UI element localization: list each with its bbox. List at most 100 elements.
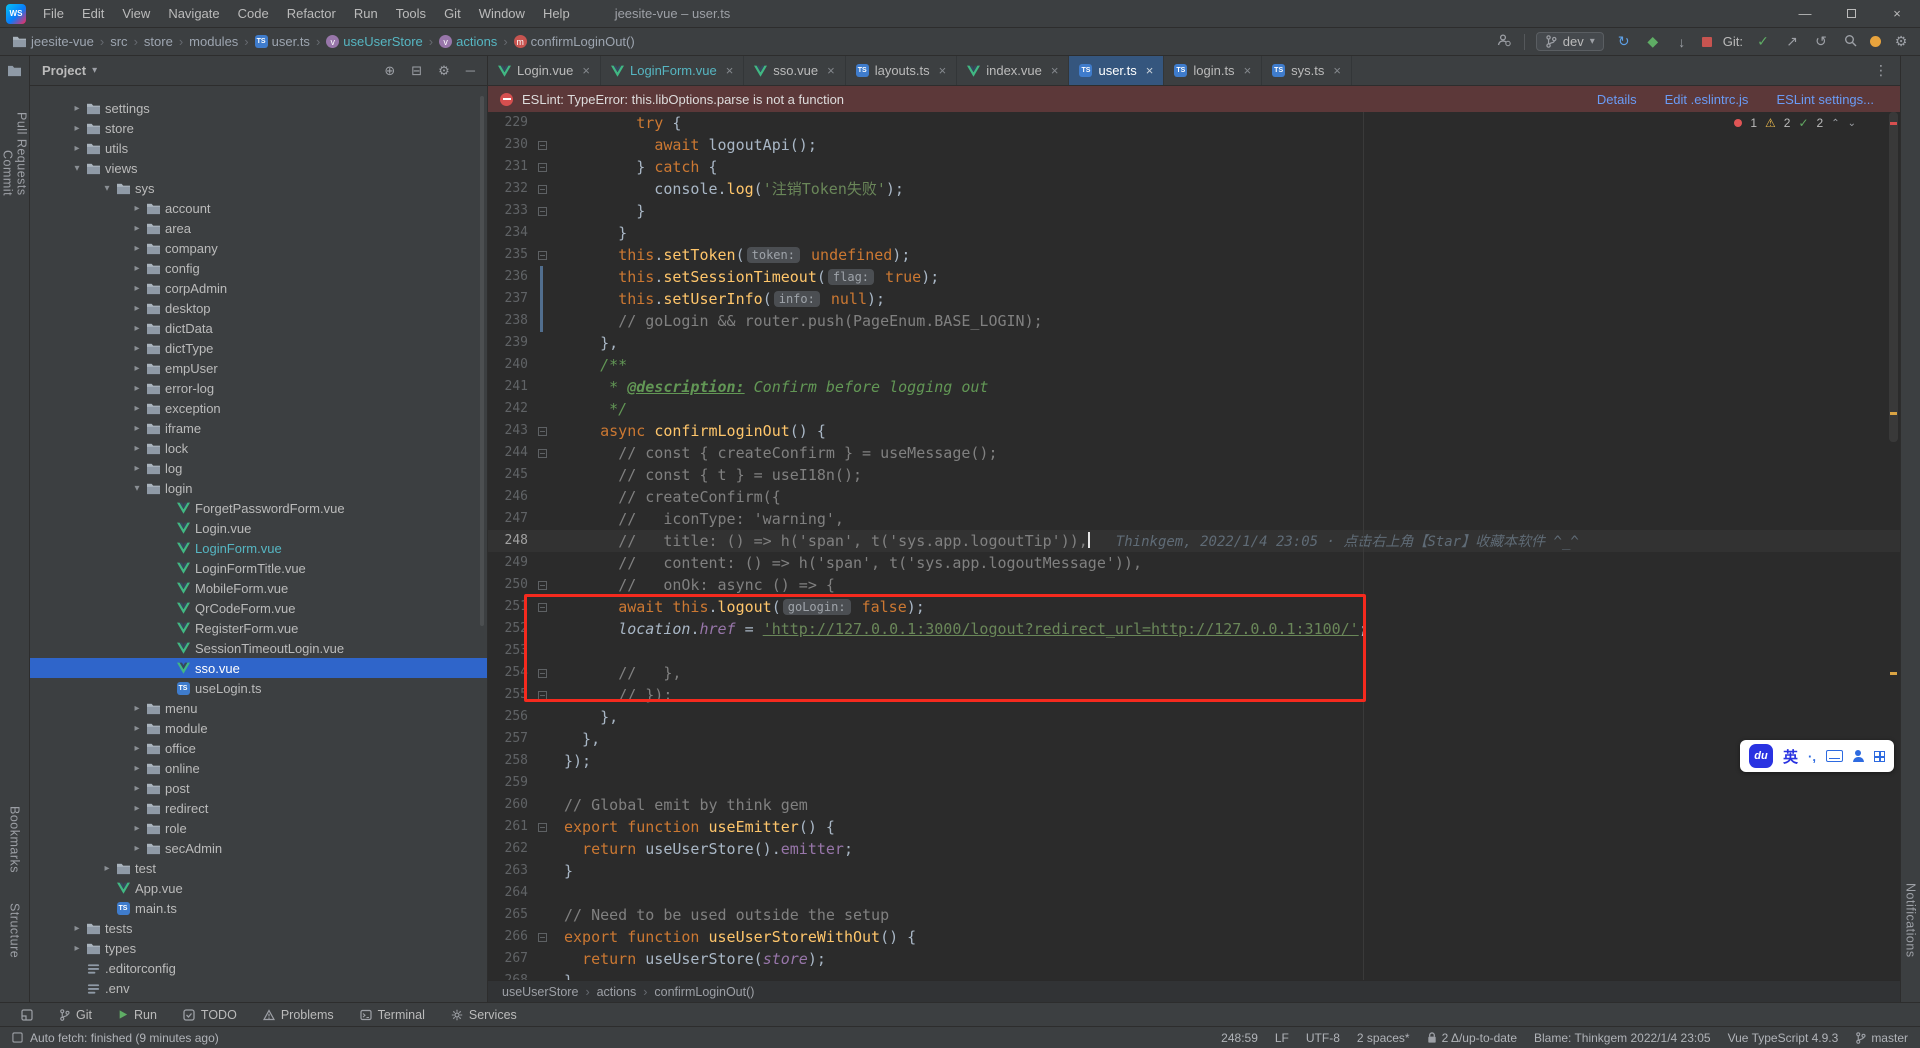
tree-item[interactable]: ▸ dictData [30,318,487,338]
error-stripe-mark[interactable] [1890,122,1897,125]
tree-item[interactable]: ▸ lock [30,438,487,458]
breadcrumb-item[interactable]: v useUserStore [324,34,424,49]
user-settings-icon[interactable] [1495,33,1513,50]
code-line[interactable]: 263} [488,860,1900,882]
chevron-down-icon[interactable]: ▾ [92,65,97,76]
chevron-right-icon[interactable]: ▸ [130,463,144,474]
code-line[interactable]: 261 export function useEmitter() { [488,816,1900,838]
tree-item[interactable]: RegisterForm.vue [30,618,487,638]
code-line[interactable]: 247 // iconType: 'warning', [488,508,1900,530]
close-icon[interactable]: × [582,63,590,78]
status-item[interactable]: Blame: Thinkgem 2022/1/4 23:05 [1534,1031,1711,1045]
banner-link[interactable]: Details [1597,92,1637,107]
project-tool-icon[interactable] [7,64,22,82]
tree-item[interactable]: sso.vue [30,658,487,678]
tree-item[interactable]: ▸ config [30,258,487,278]
next-problem-icon[interactable]: ⌄ [1848,118,1856,129]
breadcrumb-item[interactable]: src [108,34,129,49]
chevron-right-icon[interactable]: ▸ [70,103,84,114]
code-line[interactable]: 267 return useUserStore(store); [488,948,1900,970]
fold-marker-icon[interactable] [538,140,547,150]
maximize-button[interactable] [1828,0,1874,27]
code-line[interactable]: 248 // title: () => h('span', t('sys.app… [488,530,1900,552]
chevron-right-icon[interactable]: ▸ [130,203,144,214]
status-item[interactable]: master [1855,1031,1908,1045]
tab-LoginForm.vue[interactable]: LoginForm.vue × [601,56,745,85]
chevron-right-icon[interactable]: ▸ [130,223,144,234]
tree-item[interactable]: ▸ secAdmin [30,838,487,858]
code-line[interactable]: 230 await logoutApi(); [488,134,1900,156]
tree-item[interactable]: ▸ exception [30,398,487,418]
warning-stripe-mark[interactable] [1890,672,1897,675]
code-line[interactable]: 254 // }, [488,662,1900,684]
chevron-down-icon[interactable]: ▾ [70,163,84,174]
chevron-right-icon[interactable]: ▸ [130,323,144,334]
code-line[interactable]: 258}); [488,750,1900,772]
code-line[interactable]: 242 */ [488,398,1900,420]
locate-file-icon[interactable]: ⊕ [384,63,395,79]
fold-marker-icon[interactable] [538,822,547,832]
fold-marker-icon[interactable] [538,668,547,678]
tree-item[interactable]: LoginFormTitle.vue [30,558,487,578]
ime-punctuation-icon[interactable]: ·, [1808,749,1816,764]
tree-item[interactable]: ▾ login [30,478,487,498]
chevron-down-icon[interactable]: ▾ [130,483,144,494]
tree-item[interactable]: ▸ log [30,458,487,478]
breadcrumb-item[interactable]: v actions [437,34,499,49]
status-item[interactable]: 2 spaces* [1357,1031,1410,1045]
fold-marker-icon[interactable] [538,206,547,216]
prev-problem-icon[interactable]: ⌃ [1831,118,1839,129]
code-line[interactable]: 264 [488,882,1900,904]
settings-gear-icon[interactable]: ⚙ [1892,33,1910,50]
chevron-right-icon[interactable]: ▸ [70,943,84,954]
tree-item[interactable]: ▸ tests [30,918,487,938]
code-line[interactable]: 237 this.setUserInfo(info: null); [488,288,1900,310]
menu-tools[interactable]: Tools [387,0,435,27]
close-icon[interactable]: × [939,63,947,78]
chevron-right-icon[interactable]: ▸ [130,803,144,814]
update-project-icon[interactable]: ↻ [1615,33,1633,50]
tree-item[interactable]: ▸ post [30,778,487,798]
close-icon[interactable]: × [1051,63,1059,78]
chevron-right-icon[interactable]: ▸ [130,823,144,834]
plugin-icon[interactable] [1870,36,1881,47]
close-icon[interactable]: × [1244,63,1252,78]
tree-item[interactable]: ▸ online [30,758,487,778]
panel-settings-icon[interactable]: ⚙ [438,63,450,79]
banner-link[interactable]: ESLint settings... [1776,92,1874,107]
code-line[interactable]: 235 this.setToken(token: undefined); [488,244,1900,266]
code-line[interactable]: 231 } catch { [488,156,1900,178]
code-line[interactable]: 229 try { [488,112,1900,134]
code-line[interactable]: 250 // onOk: async () => { [488,574,1900,596]
fold-marker-icon[interactable] [538,250,547,260]
menu-file[interactable]: File [34,0,73,27]
tool-button-commit[interactable]: Commit [1,150,15,196]
tree-item[interactable]: ▸ utils [30,138,487,158]
code-line[interactable]: 233 } [488,200,1900,222]
tree-item[interactable]: ▸ role [30,818,487,838]
code-line[interactable]: 232 console.log('注销Token失败'); [488,178,1900,200]
tree-item[interactable]: ▸ account [30,198,487,218]
fold-marker-icon[interactable] [538,580,547,590]
chevron-right-icon[interactable]: ▸ [130,363,144,374]
code-line[interactable]: 240 /** [488,354,1900,376]
tree-item[interactable]: .env [30,978,487,998]
chevron-right-icon[interactable]: ▸ [130,303,144,314]
menu-run[interactable]: Run [345,0,387,27]
collapse-all-icon[interactable]: ⊟ [411,63,422,79]
code-line[interactable]: 260 // Global emit by think gem [488,794,1900,816]
tab-sso.vue[interactable]: sso.vue × [744,56,846,85]
tree-item[interactable]: ▸ iframe [30,418,487,438]
code-line[interactable]: 234 } [488,222,1900,244]
tree-item[interactable]: QrCodeForm.vue [30,598,487,618]
tree-item[interactable]: ▸ store [30,118,487,138]
chevron-right-icon[interactable]: ▸ [70,923,84,934]
chevron-right-icon[interactable]: ▸ [130,783,144,794]
tool-window-button-problems[interactable]: Problems [250,1003,347,1026]
breadcrumb-item[interactable]: m confirmLoginOut() [512,34,637,49]
menu-navigate[interactable]: Navigate [159,0,228,27]
tab-Login.vue[interactable]: Login.vue × [488,56,601,85]
tree-item[interactable]: .editorconfig [30,958,487,978]
minimize-button[interactable]: — [1782,0,1828,27]
chevron-right-icon[interactable]: ▸ [130,283,144,294]
